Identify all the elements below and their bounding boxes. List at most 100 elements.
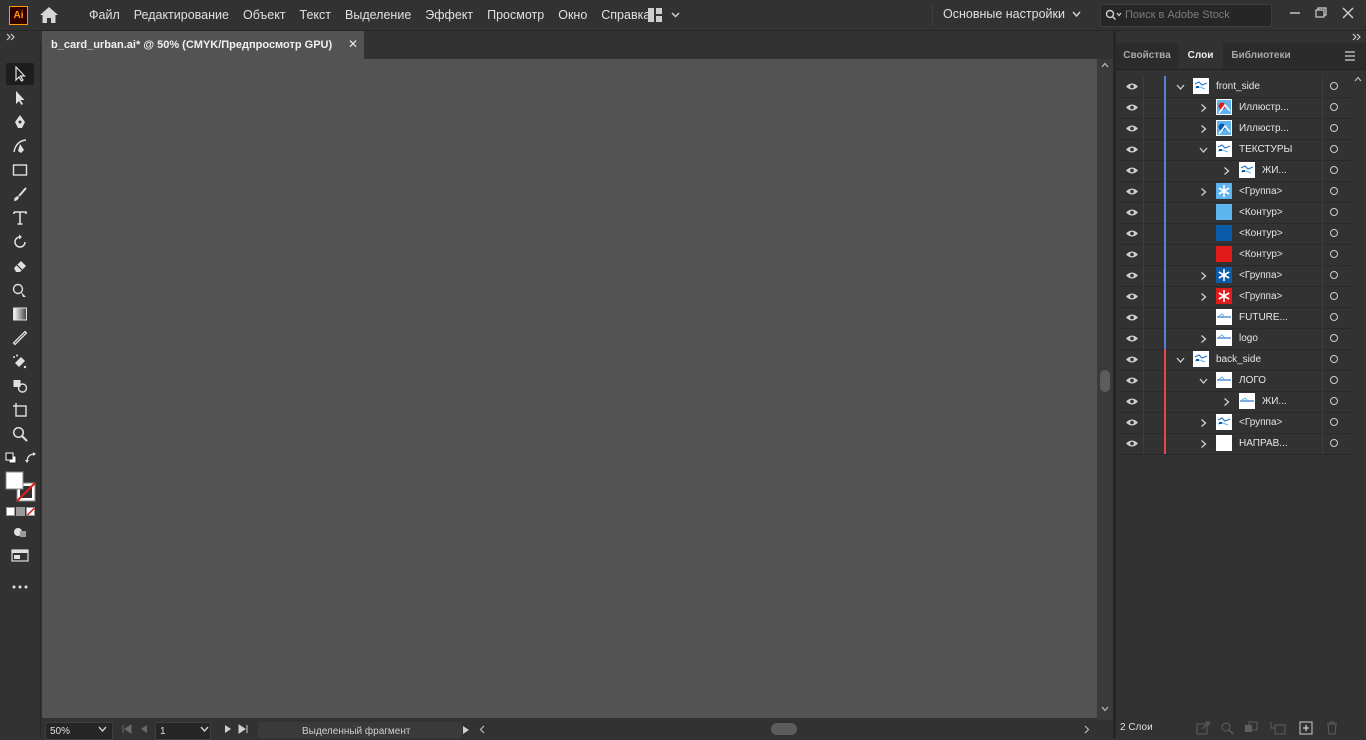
lock-column[interactable] [1143,286,1144,307]
scroll-up-icon[interactable] [1101,62,1109,68]
lock-column[interactable] [1143,391,1144,412]
lock-column[interactable] [1143,139,1144,160]
type-tool-icon[interactable] [6,207,34,229]
menu-effect[interactable]: Эффект [418,0,480,30]
zoom-tool-icon[interactable] [6,423,34,445]
target-circle-icon[interactable] [1330,229,1338,237]
tab-layers[interactable]: Слои [1178,43,1223,69]
default-colors-icon[interactable] [5,452,17,464]
tab-libraries[interactable]: Библиотеки [1225,43,1297,69]
document-tab[interactable]: b_card_urban.ai* @ 50% (CMYK/Предпросмот… [42,31,364,59]
panel-menu-icon[interactable] [1344,51,1356,61]
target-circle-icon[interactable] [1330,292,1338,300]
sublayer-row[interactable]: НАПРАВ... [1120,433,1352,455]
lock-column[interactable] [1143,202,1144,223]
last-artboard-icon[interactable] [238,724,248,734]
export-layers-icon[interactable] [1196,721,1210,735]
lock-column[interactable] [1143,265,1144,286]
lock-column[interactable] [1143,433,1144,454]
target-circle-icon[interactable] [1330,271,1338,279]
chevron-right-icon[interactable] [1222,398,1231,406]
shape-builder-tool-icon[interactable] [6,375,34,397]
visibility-eye-icon[interactable] [1125,187,1139,196]
sublayer-row[interactable]: <Группа> [1120,181,1352,203]
selection-tool-icon[interactable] [6,63,34,85]
status-menu-arrow-icon[interactable] [462,725,470,735]
lock-column[interactable] [1143,160,1144,181]
chevron-right-icon[interactable] [1222,167,1231,175]
menu-view[interactable]: Просмотр [480,0,551,30]
chevron-right-icon[interactable] [1199,440,1208,448]
stock-search-input[interactable] [1125,7,1265,23]
visibility-eye-icon[interactable] [1125,124,1139,133]
clipping-mask-icon[interactable] [1244,721,1258,735]
sublayer-row[interactable]: <Контур> [1120,223,1352,245]
chevron-right-icon[interactable] [1199,272,1208,280]
lock-column[interactable] [1143,223,1144,244]
sublayer-row[interactable]: <Группа> [1120,265,1352,287]
curvature-tool-icon[interactable] [6,135,34,157]
visibility-eye-icon[interactable] [1125,292,1139,301]
chevron-right-icon[interactable] [1199,188,1208,196]
rectangle-tool-icon[interactable] [6,159,34,181]
visibility-eye-icon[interactable] [1125,334,1139,343]
lock-column[interactable] [1143,76,1144,97]
sublayer-row[interactable]: ЖИ... [1120,160,1352,182]
tab-properties[interactable]: Свойства [1116,43,1178,69]
direct-selection-tool-icon[interactable] [6,87,34,109]
rotate-tool-icon[interactable] [6,231,34,253]
visibility-eye-icon[interactable] [1125,208,1139,217]
visibility-eye-icon[interactable] [1125,439,1139,448]
lock-column[interactable] [1143,97,1144,118]
target-circle-icon[interactable] [1330,124,1338,132]
chevron-down-icon[interactable] [200,726,209,732]
status-selection-info[interactable]: Выделенный фрагмент [258,722,462,738]
lock-column[interactable] [1143,349,1144,370]
chevron-down-icon[interactable] [1176,83,1185,91]
target-circle-icon[interactable] [1330,439,1338,447]
sublayer-row[interactable]: <Группа> [1120,412,1352,434]
menu-select[interactable]: Выделение [338,0,418,30]
horizontal-scroll-thumb[interactable] [771,723,797,735]
layers-scrollbar[interactable] [1354,76,1362,716]
sublayer-row[interactable]: Иллюстр... [1120,97,1352,119]
home-icon[interactable] [38,6,60,24]
chevron-right-icon[interactable] [1199,104,1208,112]
lock-column[interactable] [1143,307,1144,328]
eyedropper-tool-icon[interactable] [6,327,34,349]
vertical-scrollbar[interactable] [1097,59,1113,720]
collapse-panel-icon[interactable] [1352,33,1362,41]
sublayer-row[interactable]: ЖИ... [1120,391,1352,413]
chevron-down-icon[interactable] [98,726,107,732]
lock-column[interactable] [1143,118,1144,139]
menu-file[interactable]: Файл [82,0,127,30]
target-circle-icon[interactable] [1330,166,1338,174]
scroll-right-icon[interactable] [1084,725,1090,734]
canvas[interactable] [42,59,1097,718]
close-tab-icon[interactable]: ✕ [348,37,358,51]
visibility-eye-icon[interactable] [1125,103,1139,112]
pen-tool-icon[interactable] [6,111,34,133]
target-circle-icon[interactable] [1330,103,1338,111]
target-circle-icon[interactable] [1330,376,1338,384]
collapse-toolbar-icon[interactable] [6,33,16,41]
lock-column[interactable] [1143,412,1144,433]
sublayer-row[interactable]: <Группа> [1120,286,1352,308]
gradient-tool-icon[interactable] [6,303,34,325]
lock-column[interactable] [1143,328,1144,349]
sublayer-row[interactable]: FUTURE... [1120,307,1352,329]
locate-object-icon[interactable] [1220,721,1234,735]
target-circle-icon[interactable] [1330,208,1338,216]
chevron-right-icon[interactable] [1199,419,1208,427]
target-circle-icon[interactable] [1330,418,1338,426]
artboard-tool-icon[interactable] [6,399,34,421]
swap-colors-icon[interactable] [25,452,37,464]
minimize-icon[interactable] [1283,4,1307,22]
chevron-down-icon[interactable] [1199,377,1208,385]
menu-edit[interactable]: Редактирование [127,0,236,30]
screen-mode-icon[interactable] [11,549,29,563]
arrange-documents-icon[interactable] [646,7,684,23]
scroll-left-icon[interactable] [479,725,485,734]
visibility-eye-icon[interactable] [1125,250,1139,259]
restore-icon[interactable] [1309,4,1333,22]
